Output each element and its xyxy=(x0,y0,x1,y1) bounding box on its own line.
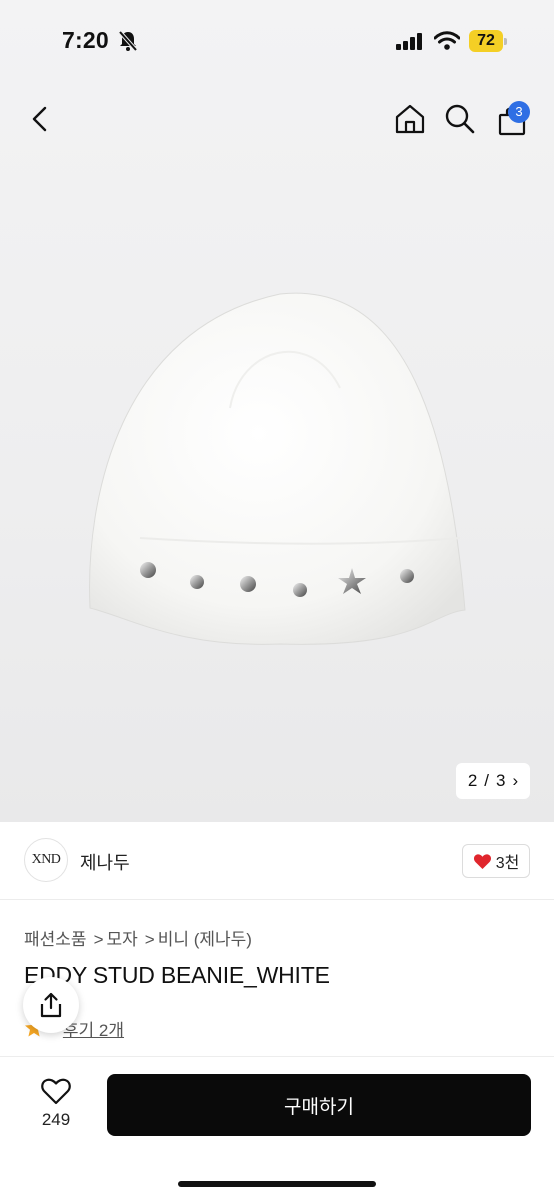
wifi-icon xyxy=(434,31,460,50)
brand-name[interactable]: 제나두 xyxy=(80,849,130,875)
battery-tip xyxy=(504,38,507,45)
brand-logo[interactable]: XND xyxy=(24,838,68,882)
buy-button[interactable]: 구매하기 xyxy=(107,1074,531,1136)
cart-count-badge[interactable]: 3 xyxy=(508,101,530,123)
breadcrumb-separator: > xyxy=(144,930,155,949)
home-indicator xyxy=(178,1181,376,1187)
bottom-action-bar: 249 구매하기 xyxy=(0,1056,554,1200)
wishlist-count: 249 xyxy=(41,1110,71,1129)
top-nav xyxy=(0,96,554,146)
back-arrow-icon[interactable] xyxy=(28,105,52,133)
breadcrumb-item-fashion[interactable]: 패션소품 xyxy=(24,930,87,949)
cellular-signal-icon xyxy=(396,33,422,50)
brand-like-button[interactable]: 3천 xyxy=(462,844,530,878)
breadcrumb-item-hat[interactable]: 모자 xyxy=(107,930,138,949)
heart-filled-icon xyxy=(473,853,491,869)
battery-indicator: 72 xyxy=(469,30,507,52)
breadcrumb-separator: > xyxy=(93,930,104,949)
image-counter-separator: / xyxy=(484,771,490,790)
image-counter-total: 3 xyxy=(496,771,506,790)
breadcrumb: 패션소품 > 모자 > 비니 (제나두) xyxy=(24,925,255,950)
share-button[interactable] xyxy=(23,977,79,1033)
status-bar: 7:20 72 xyxy=(0,0,554,84)
home-icon[interactable] xyxy=(394,103,426,135)
battery-level: 72 xyxy=(477,32,495,49)
wishlist-button[interactable]: 249 xyxy=(30,1077,82,1137)
beanie-product-image xyxy=(89,292,466,645)
image-counter[interactable]: 2 / 3 › xyxy=(456,763,530,799)
brand-row[interactable]: XND 제나두 3천 xyxy=(0,822,554,900)
brand-like-count: 3천 xyxy=(495,855,520,872)
bell-muted-icon xyxy=(118,30,138,52)
status-time: 7:20 xyxy=(62,27,109,53)
breadcrumb-item-beanie[interactable]: 비니 (제나두) xyxy=(158,930,252,949)
share-icon xyxy=(40,992,62,1018)
search-icon[interactable] xyxy=(444,103,476,135)
heart-outline-icon xyxy=(41,1078,71,1105)
image-counter-current: 2 xyxy=(467,771,478,790)
chevron-right-icon: › xyxy=(512,771,519,790)
